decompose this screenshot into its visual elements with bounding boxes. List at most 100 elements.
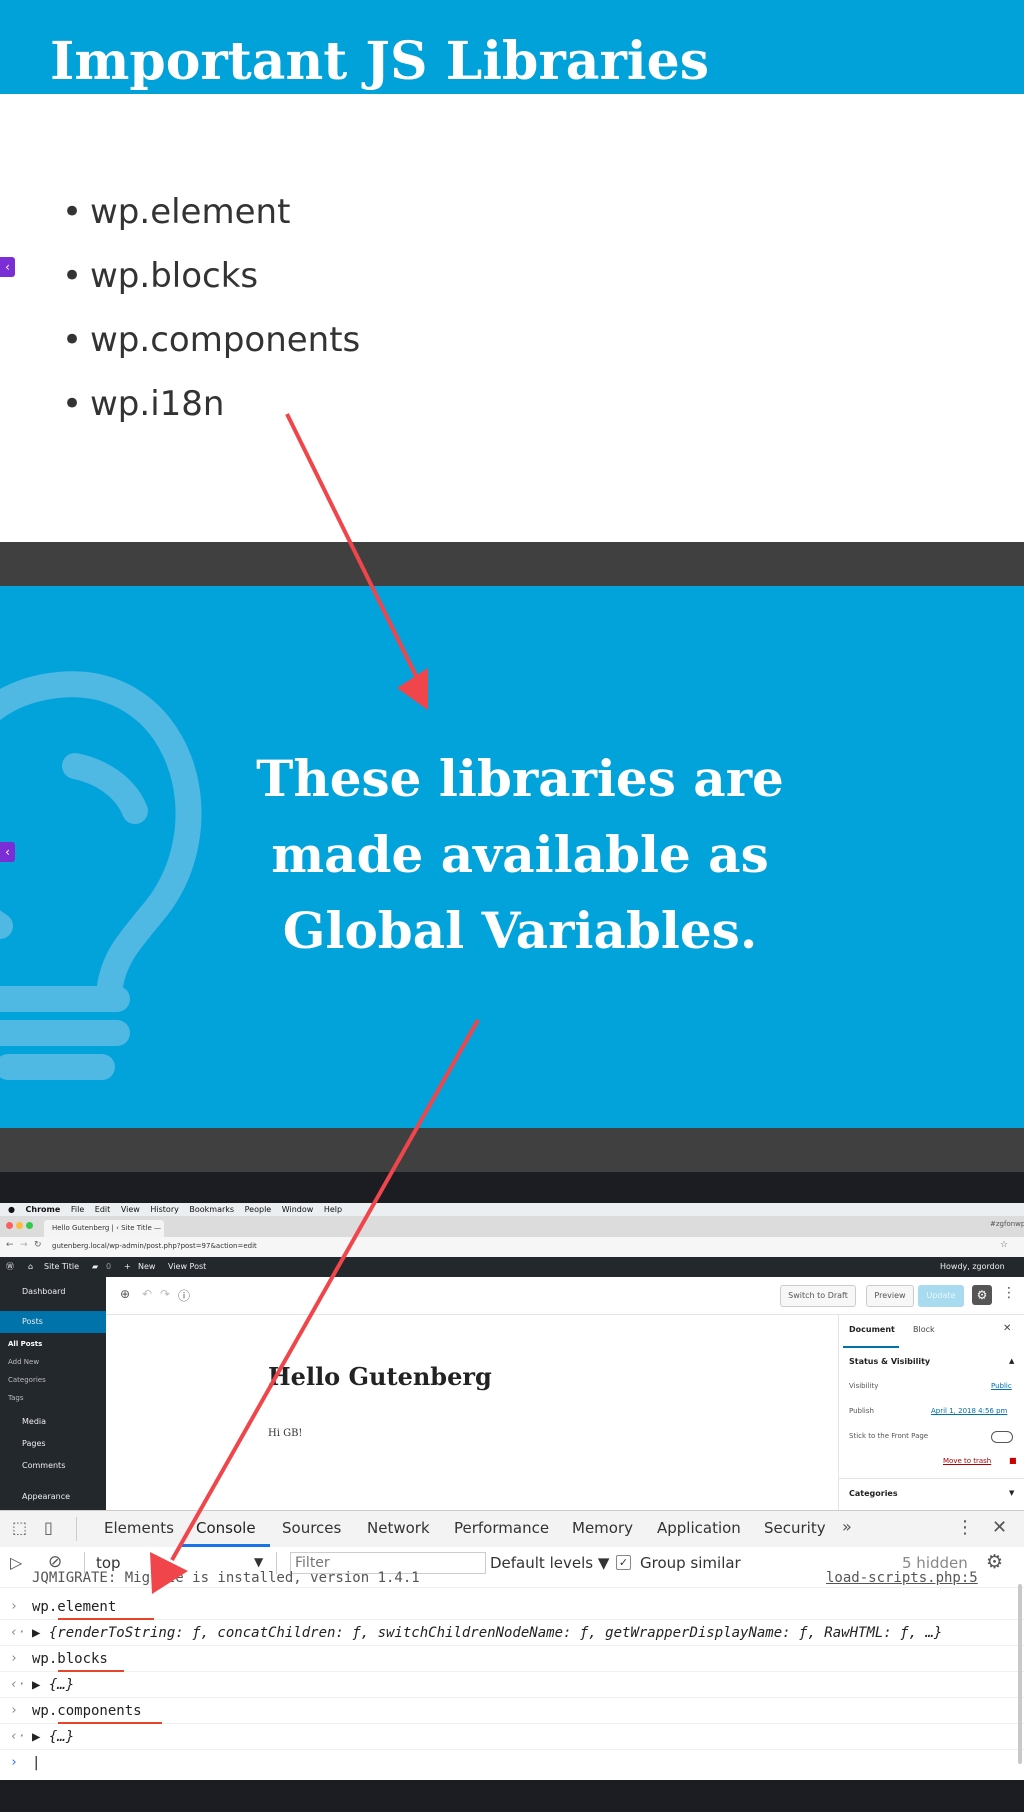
close-icon[interactable]: ✕ [1003, 1323, 1011, 1334]
close-devtools-icon[interactable]: ✕ [992, 1517, 1007, 1538]
group-similar-checkbox[interactable]: ✓ [616, 1555, 631, 1570]
tab-security[interactable]: Security [764, 1510, 826, 1546]
console-command[interactable]: wp.element [32, 1599, 116, 1615]
reload-icon[interactable]: ↻ [34, 1240, 42, 1250]
forward-icon[interactable]: → [20, 1240, 28, 1250]
sidebar-item-comments[interactable]: Comments [0, 1455, 106, 1477]
console-command[interactable]: wp.components [32, 1703, 142, 1719]
post-title[interactable]: Hello Gutenberg [268, 1362, 492, 1391]
console-input-line: › wp.components [0, 1698, 1024, 1724]
caret-down-icon[interactable]: ▼ [254, 1555, 263, 1569]
tab-sources[interactable]: Sources [282, 1510, 341, 1546]
source-link[interactable]: load-scripts.php:5 [826, 1570, 978, 1586]
clear-console-icon[interactable]: ⊘ [48, 1552, 62, 1572]
sidebar-item-dashboard[interactable]: Dashboard [0, 1281, 106, 1303]
info-icon[interactable]: ⓘ [178, 1287, 190, 1304]
redo-icon[interactable]: ↷ [160, 1287, 170, 1301]
sticky-toggle[interactable] [991, 1431, 1013, 1443]
tab-application[interactable]: Application [657, 1510, 741, 1546]
menubar-item[interactable]: Window [282, 1203, 314, 1216]
publish-date[interactable]: April 1, 2018 4:56 pm [931, 1407, 1007, 1415]
wp-admin-sidebar: Dashboard Posts All Posts Add New Catego… [0, 1277, 106, 1510]
sidebar-item-media[interactable]: Media [0, 1411, 106, 1433]
slide-message-line: Global Variables. [282, 901, 758, 960]
device-toolbar-icon[interactable]: ▯ [44, 1518, 53, 1537]
plus-icon: + [124, 1262, 131, 1271]
bullet-label: wp.element [90, 192, 291, 232]
post-paragraph[interactable]: Hi GB! [268, 1428, 302, 1439]
prompt-chevron-icon: › [10, 1703, 18, 1718]
add-block-icon[interactable]: ⊕ [120, 1287, 130, 1301]
console-scrollbar[interactable] [1018, 1584, 1022, 1764]
new-link[interactable]: New [138, 1257, 155, 1277]
console-command[interactable]: wp.blocks [32, 1651, 108, 1667]
view-post-link[interactable]: View Post [168, 1257, 206, 1277]
result-arrow-icon: ‹· [10, 1677, 26, 1692]
undo-icon[interactable]: ↶ [142, 1287, 152, 1301]
panel-section-title[interactable]: Status & Visibility [849, 1357, 930, 1366]
tab-elements[interactable]: Elements [104, 1510, 174, 1546]
tab-performance[interactable]: Performance [454, 1510, 549, 1546]
sidebar-subitem-categories[interactable]: Categories [0, 1371, 106, 1389]
maximize-window-icon[interactable] [26, 1222, 33, 1229]
chevron-left-icon[interactable]: ‹ [0, 842, 15, 862]
menubar-item[interactable]: Bookmarks [189, 1203, 234, 1216]
sidebar-item-appearance[interactable]: Appearance [0, 1491, 106, 1510]
comments-count[interactable]: 0 [106, 1257, 111, 1277]
console-result[interactable]: ▶ {…} [32, 1677, 74, 1693]
active-tab-indicator [843, 1346, 899, 1348]
menubar-item[interactable]: History [150, 1203, 178, 1216]
switch-to-draft-button[interactable]: Switch to Draft [780, 1285, 856, 1307]
trash-icon[interactable]: ■ [1009, 1456, 1017, 1465]
tab-network[interactable]: Network [367, 1510, 430, 1546]
sidebar-subitem-all-posts[interactable]: All Posts [0, 1335, 106, 1353]
tab-console[interactable]: Console [196, 1510, 256, 1546]
menubar-item[interactable]: People [245, 1203, 272, 1216]
sidebar-subitem-tags[interactable]: Tags [0, 1389, 106, 1407]
update-button[interactable]: Update [918, 1285, 964, 1307]
sidebar-item-label: Dashboard [22, 1287, 66, 1296]
chevron-up-icon[interactable]: ▲ [1009, 1357, 1014, 1365]
console-result[interactable]: ▶ {renderToString: ƒ, concatChildren: ƒ,… [32, 1625, 942, 1641]
console-result[interactable]: ▶ {…} [32, 1729, 74, 1745]
more-tabs-icon[interactable]: » [842, 1517, 852, 1536]
chevron-down-icon[interactable]: ▼ [1009, 1489, 1014, 1497]
close-window-icon[interactable] [6, 1222, 13, 1229]
menubar-item[interactable]: Help [324, 1203, 342, 1216]
sticky-label: Stick to the Front Page [849, 1432, 929, 1440]
preview-button[interactable]: Preview [866, 1285, 914, 1307]
profile-label[interactable]: #zgfonwp [990, 1220, 1024, 1228]
menubar-item[interactable]: File [71, 1203, 84, 1216]
result-arrow-icon: ‹· [10, 1625, 26, 1640]
menubar-item[interactable]: Chrome [26, 1203, 61, 1216]
console-prompt-line[interactable]: › | [0, 1750, 1024, 1776]
wordpress-logo-icon[interactable]: Ⓦ [6, 1257, 14, 1277]
minimize-window-icon[interactable] [16, 1222, 23, 1229]
tab-memory[interactable]: Memory [572, 1510, 633, 1546]
menubar-item[interactable]: Edit [95, 1203, 111, 1216]
sidebar-item-posts[interactable]: Posts [0, 1311, 106, 1333]
tab-document[interactable]: Document [849, 1325, 895, 1334]
browser-tab[interactable]: Hello Gutenberg | ‹ Site Title — [44, 1220, 164, 1237]
console-output: JQMIGRATE: Migrate is installed, version… [0, 1570, 1024, 1780]
site-title-link[interactable]: Site Title [44, 1257, 79, 1277]
mac-menubar: ● Chrome File Edit View History Bookmark… [0, 1203, 1024, 1216]
visibility-value[interactable]: Public [991, 1382, 1012, 1390]
address-bar[interactable]: gutenberg.local/wp-admin/post.php?post=9… [52, 1242, 257, 1250]
tab-block[interactable]: Block [913, 1325, 935, 1334]
more-options-icon[interactable]: ⋮ [956, 1517, 974, 1538]
settings-gear-icon[interactable]: ⚙ [972, 1285, 992, 1305]
howdy-user[interactable]: Howdy, zgordon [940, 1257, 1005, 1277]
move-to-trash-link[interactable]: Move to trash [943, 1457, 991, 1465]
sidebar-item-pages[interactable]: Pages [0, 1433, 106, 1455]
star-icon[interactable]: ☆ [1000, 1240, 1008, 1250]
inspect-element-icon[interactable]: ⬚ [12, 1518, 27, 1537]
more-options-icon[interactable]: ⋮ [1002, 1285, 1016, 1301]
apple-icon[interactable]: ● [8, 1203, 15, 1216]
sidebar-subitem-add-new[interactable]: Add New [0, 1353, 106, 1371]
back-icon[interactable]: ← [6, 1240, 14, 1250]
document-settings-panel: Document Block ✕ Status & Visibility ▲ V… [838, 1315, 1024, 1510]
chevron-left-icon[interactable]: ‹ [0, 257, 15, 277]
categories-section-title[interactable]: Categories [849, 1489, 898, 1498]
menubar-item[interactable]: View [121, 1203, 140, 1216]
